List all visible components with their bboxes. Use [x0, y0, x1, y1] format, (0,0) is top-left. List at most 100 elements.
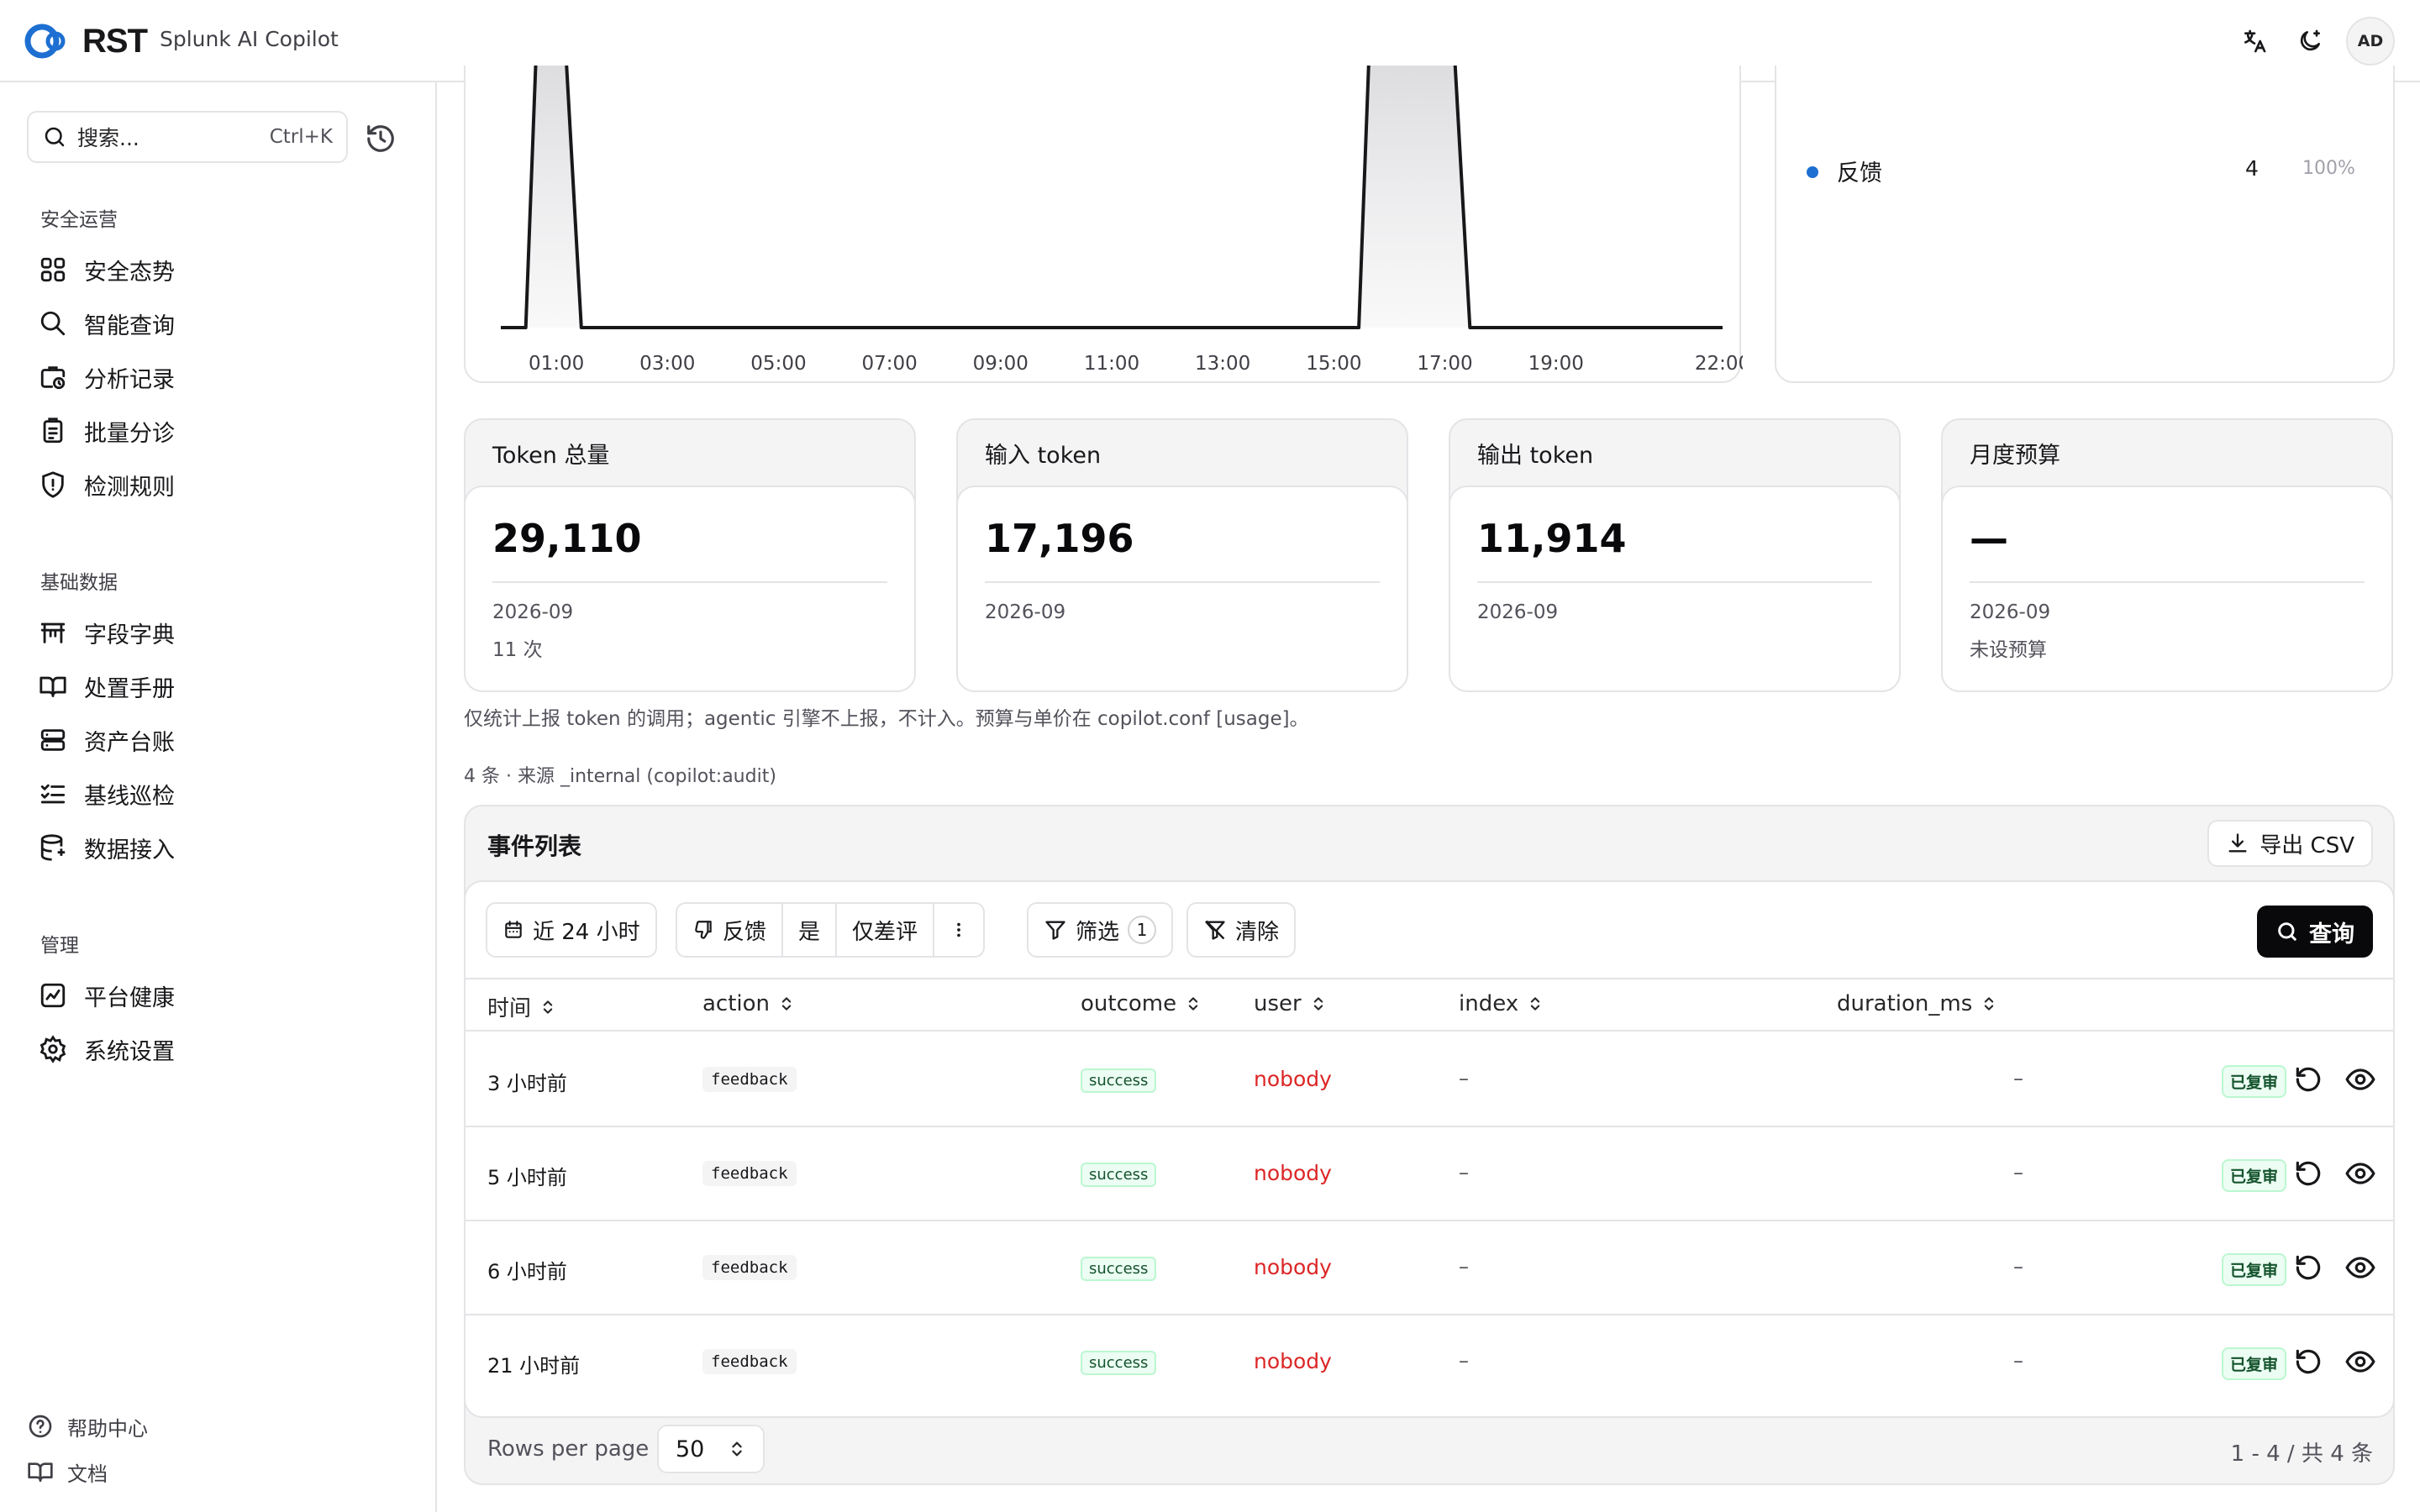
stat-detail: 11 次 — [492, 639, 543, 661]
help-circle-icon — [29, 1415, 52, 1438]
filter-more-button[interactable] — [933, 904, 983, 956]
sidebar-docs[interactable]: 文档 — [27, 1455, 108, 1488]
sidebar-item-system-settings[interactable]: 系统设置 — [39, 1028, 175, 1070]
column-header-time[interactable]: 时间 — [487, 991, 556, 1022]
filter-button[interactable]: 筛选 1 — [1027, 902, 1174, 958]
moon-icon — [2300, 29, 2320, 51]
column-header-duration[interactable]: duration_ms — [1837, 991, 1997, 1016]
stat-title: 输入 token — [985, 443, 1102, 469]
stat-body: 29,110 2026-09 11 次 — [464, 486, 916, 692]
sidebar-item-smart-query[interactable]: 智能查询 — [39, 302, 175, 344]
stat-period: 2026-09 — [492, 601, 574, 623]
sidebar-item-data-ingestion[interactable]: 数据接入 — [39, 827, 175, 869]
sidebar-item-detection-rules[interactable]: 检测规则 — [39, 464, 175, 506]
table-row[interactable]: 5 小时前 feedback success nobody – – 已复审 — [466, 1127, 2393, 1221]
undo-icon[interactable] — [2292, 1346, 2324, 1378]
sidebar-item-platform-health[interactable]: 平台健康 — [39, 974, 175, 1016]
filter-value[interactable]: 仅差评 — [835, 904, 933, 956]
calendar-icon — [505, 921, 522, 938]
search-icon — [45, 127, 65, 147]
column-header-outcome[interactable]: outcome — [1081, 991, 1202, 1016]
stat-card-monthly-budget: 月度预算 — 2026-09 未设预算 — [1941, 418, 2393, 692]
cell-index: – — [1459, 1161, 1469, 1184]
column-header-index[interactable]: index — [1459, 991, 1544, 1016]
panel-title: 事件列表 — [487, 832, 582, 860]
x-tick-label: 07:00 — [861, 353, 917, 375]
sidebar-footer-label: 帮助中心 — [67, 1416, 148, 1441]
export-csv-button[interactable]: 导出 CSV — [2207, 820, 2373, 867]
column-label: user — [1254, 991, 1302, 1016]
sidebar-item-security-posture[interactable]: 安全态势 — [39, 249, 175, 291]
cell-duration: – — [2013, 1161, 2023, 1184]
divider — [1970, 581, 2365, 583]
reviewed-badge[interactable]: 已复审 — [2222, 1253, 2287, 1286]
cell-time: 6 小时前 — [487, 1260, 567, 1284]
x-tick-label: 09:00 — [973, 353, 1028, 375]
query-button[interactable]: 查询 — [2257, 906, 2373, 958]
theme-toggle-button[interactable] — [2292, 24, 2328, 59]
cell-duration: – — [2013, 1255, 2023, 1278]
undo-icon[interactable] — [2292, 1158, 2324, 1189]
sort-icon — [543, 1000, 553, 1014]
clear-filters-button[interactable]: 清除 — [1186, 902, 1297, 958]
filter-operator[interactable]: 是 — [781, 904, 835, 956]
cell-duration: – — [2013, 1067, 2023, 1090]
reviewed-badge[interactable]: 已复审 — [2222, 1065, 2287, 1098]
grid-icon — [40, 257, 66, 282]
sidebar-item-batch-triage[interactable]: 批量分诊 — [39, 410, 175, 452]
eye-icon[interactable] — [2344, 1346, 2376, 1378]
legend-dot — [1807, 166, 1818, 178]
column-label: index — [1459, 991, 1519, 1016]
sidebar-item-asset-ledger[interactable]: 资产台账 — [39, 719, 175, 761]
time-range-picker[interactable]: 近 24 小时 — [486, 902, 657, 958]
divider — [492, 581, 887, 583]
search-input[interactable]: 搜索... Ctrl+K — [27, 111, 348, 163]
eye-icon[interactable] — [2344, 1252, 2376, 1284]
undo-icon[interactable] — [2292, 1063, 2324, 1095]
feedback-filter: 反馈 是 仅差评 — [676, 902, 986, 958]
avatar[interactable]: AD — [2346, 17, 2395, 66]
stat-period: 2026-09 — [1477, 601, 1559, 623]
stat-body: 11,914 2026-09 — [1449, 486, 1901, 692]
usage-note: 仅统计上报 token 的调用；agentic 引擎不上报，不计入。预算与单价在… — [464, 708, 1309, 730]
reviewed-badge[interactable]: 已复审 — [2222, 1159, 2287, 1192]
series-area-fill — [501, 32, 1723, 328]
nav-group-label-base-data: 基础数据 — [40, 572, 118, 594]
sidebar-item-label: 批量分诊 — [84, 420, 175, 447]
clipboard-list-icon — [43, 417, 63, 444]
history-icon[interactable] — [365, 123, 397, 155]
reviewed-badge[interactable]: 已复审 — [2222, 1347, 2287, 1380]
table-row[interactable]: 21 小时前 feedback success nobody – – 已复审 — [466, 1315, 2393, 1410]
table-row[interactable]: 3 小时前 feedback success nobody – – 已复审 — [466, 1033, 2393, 1127]
x-tick-label: 11:00 — [1084, 353, 1139, 375]
logo-text: RST — [82, 22, 148, 60]
column-header-user[interactable]: user — [1254, 991, 1327, 1016]
eye-icon[interactable] — [2344, 1063, 2376, 1095]
eye-icon[interactable] — [2344, 1158, 2376, 1189]
sidebar-item-playbook[interactable]: 处置手册 — [39, 665, 175, 707]
x-tick-label: 15:00 — [1306, 353, 1361, 375]
sidebar-item-field-dictionary[interactable]: 字段字典 — [39, 612, 175, 654]
sort-icon — [1530, 997, 1540, 1011]
column-header-action[interactable]: action — [702, 991, 795, 1016]
sidebar-help-center[interactable]: 帮助中心 — [27, 1410, 148, 1443]
stat-card-input-token: 输入 token 17,196 2026-09 — [956, 418, 1408, 692]
sort-icon — [1188, 997, 1198, 1011]
series-line — [501, 30, 1723, 329]
rows-per-page-select[interactable]: 50 — [657, 1425, 765, 1473]
x-tick-label: 03:00 — [639, 353, 695, 375]
activity-chart-icon — [40, 983, 66, 1008]
sidebar-item-baseline-inspection[interactable]: 基线巡检 — [39, 773, 175, 815]
stat-detail: 未设预算 — [1970, 639, 2047, 661]
chevron-up-down-icon — [732, 1441, 742, 1457]
undo-icon[interactable] — [2292, 1252, 2324, 1284]
logo[interactable]: RST — [24, 20, 148, 62]
book-icon — [28, 1462, 53, 1482]
table-row[interactable]: 6 小时前 feedback success nobody – – 已复审 — [466, 1221, 2393, 1315]
stat-title: 输出 token — [1477, 443, 1594, 469]
time-range-label: 近 24 小时 — [533, 919, 640, 945]
language-button[interactable] — [2237, 24, 2272, 59]
sidebar-item-analysis-records[interactable]: 分析记录 — [39, 356, 175, 398]
search-placeholder: 搜索... — [77, 126, 139, 150]
filter-field[interactable]: 反馈 — [677, 904, 781, 956]
